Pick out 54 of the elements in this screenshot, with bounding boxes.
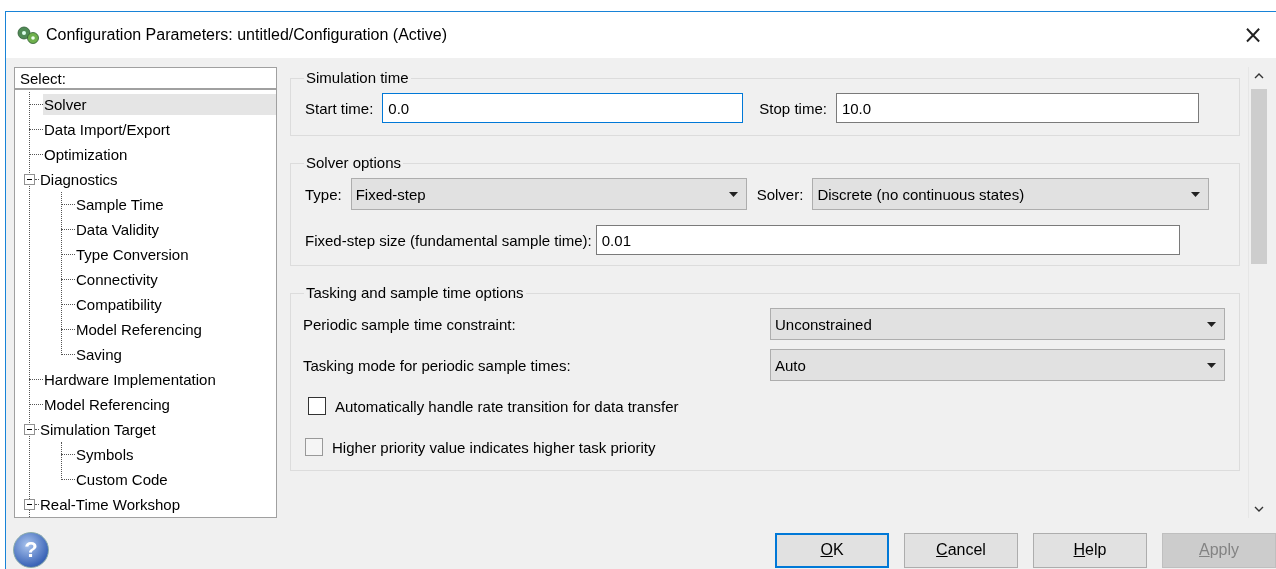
gears-icon [16, 25, 40, 45]
tree-item[interactable]: Sample Time [75, 194, 165, 215]
tree-item[interactable]: Compatibility [75, 294, 163, 315]
dialog-button[interactable]: Help [1033, 532, 1147, 568]
dropdown[interactable]: Fixed-step [350, 178, 747, 210]
tree-item[interactable]: Hardware Implementation [43, 369, 217, 390]
scroll-down-icon[interactable] [1254, 504, 1264, 514]
tree-item[interactable]: Model Referencing [75, 319, 203, 340]
tree-item[interactable]: Data Validity [75, 219, 161, 240]
window-title: Configuration Parameters: untitled/Configuration (Active) [46, 26, 449, 44]
field-label: Tasking mode for periodic sample times: [303, 356, 571, 374]
field-label: Start time: [305, 99, 374, 117]
tree-item[interactable]: Custom Code [75, 469, 169, 490]
collapse-icon[interactable] [24, 424, 35, 435]
tree-item[interactable]: Model Referencing [43, 394, 171, 415]
tree-item[interactable]: Real-Time Workshop [39, 494, 182, 515]
field-label: Solver: [756, 185, 804, 203]
close-button[interactable]: × [1233, 15, 1273, 55]
tree-item[interactable]: Optimization [43, 144, 129, 165]
checkbox-label: Automatically handle rate transition for data transfer [335, 397, 679, 415]
text-field[interactable]: 0.01 [595, 225, 1180, 255]
tree-item[interactable]: Diagnostics [39, 169, 119, 190]
dropdown-caret-icon [1191, 191, 1201, 197]
tree-item[interactable]: Data Import/Export [43, 119, 171, 140]
dropdown[interactable]: Auto [770, 349, 1225, 381]
field-label: Type: [305, 185, 342, 203]
dropdown[interactable]: Unconstrained [770, 308, 1225, 340]
dropdown-caret-icon [1207, 362, 1216, 368]
dropdown[interactable]: Discrete (no continuous states) [812, 178, 1210, 210]
tree-item[interactable]: Simulation Target [39, 419, 157, 440]
tree-item[interactable]: Saving [75, 344, 123, 365]
scrollbar-thumb[interactable] [1251, 89, 1267, 264]
collapse-icon[interactable] [24, 174, 35, 185]
tree-item[interactable]: Symbols [75, 444, 135, 465]
tree-item[interactable]: Solver [43, 94, 276, 115]
checkbox[interactable] [308, 397, 326, 415]
collapse-icon[interactable] [24, 499, 35, 510]
group-title: Tasking and sample time options [304, 284, 526, 301]
field-label: Periodic sample time constraint: [303, 315, 516, 333]
tree-item[interactable]: Type Conversion [75, 244, 190, 265]
text-field[interactable]: 0.0 [382, 93, 744, 123]
tree-header: Select: [20, 69, 66, 87]
tree-item[interactable]: Connectivity [75, 269, 159, 290]
dialog-button[interactable]: Cancel [904, 532, 1018, 568]
checkbox-label: Higher priority value indicates higher task priority [332, 438, 656, 456]
dialog-button[interactable]: OK [775, 532, 889, 568]
dropdown-caret-icon [1207, 321, 1216, 327]
scroll-up-icon[interactable] [1254, 71, 1264, 81]
group-title: Solver options [304, 154, 404, 171]
field-label: Fixed-step size (fundamental sample time): [305, 231, 592, 249]
dropdown-caret-icon [728, 191, 738, 197]
group-title: Simulation time [304, 69, 411, 86]
field-label: Stop time: [759, 99, 827, 117]
text-field[interactable]: 10.0 [835, 93, 1199, 123]
